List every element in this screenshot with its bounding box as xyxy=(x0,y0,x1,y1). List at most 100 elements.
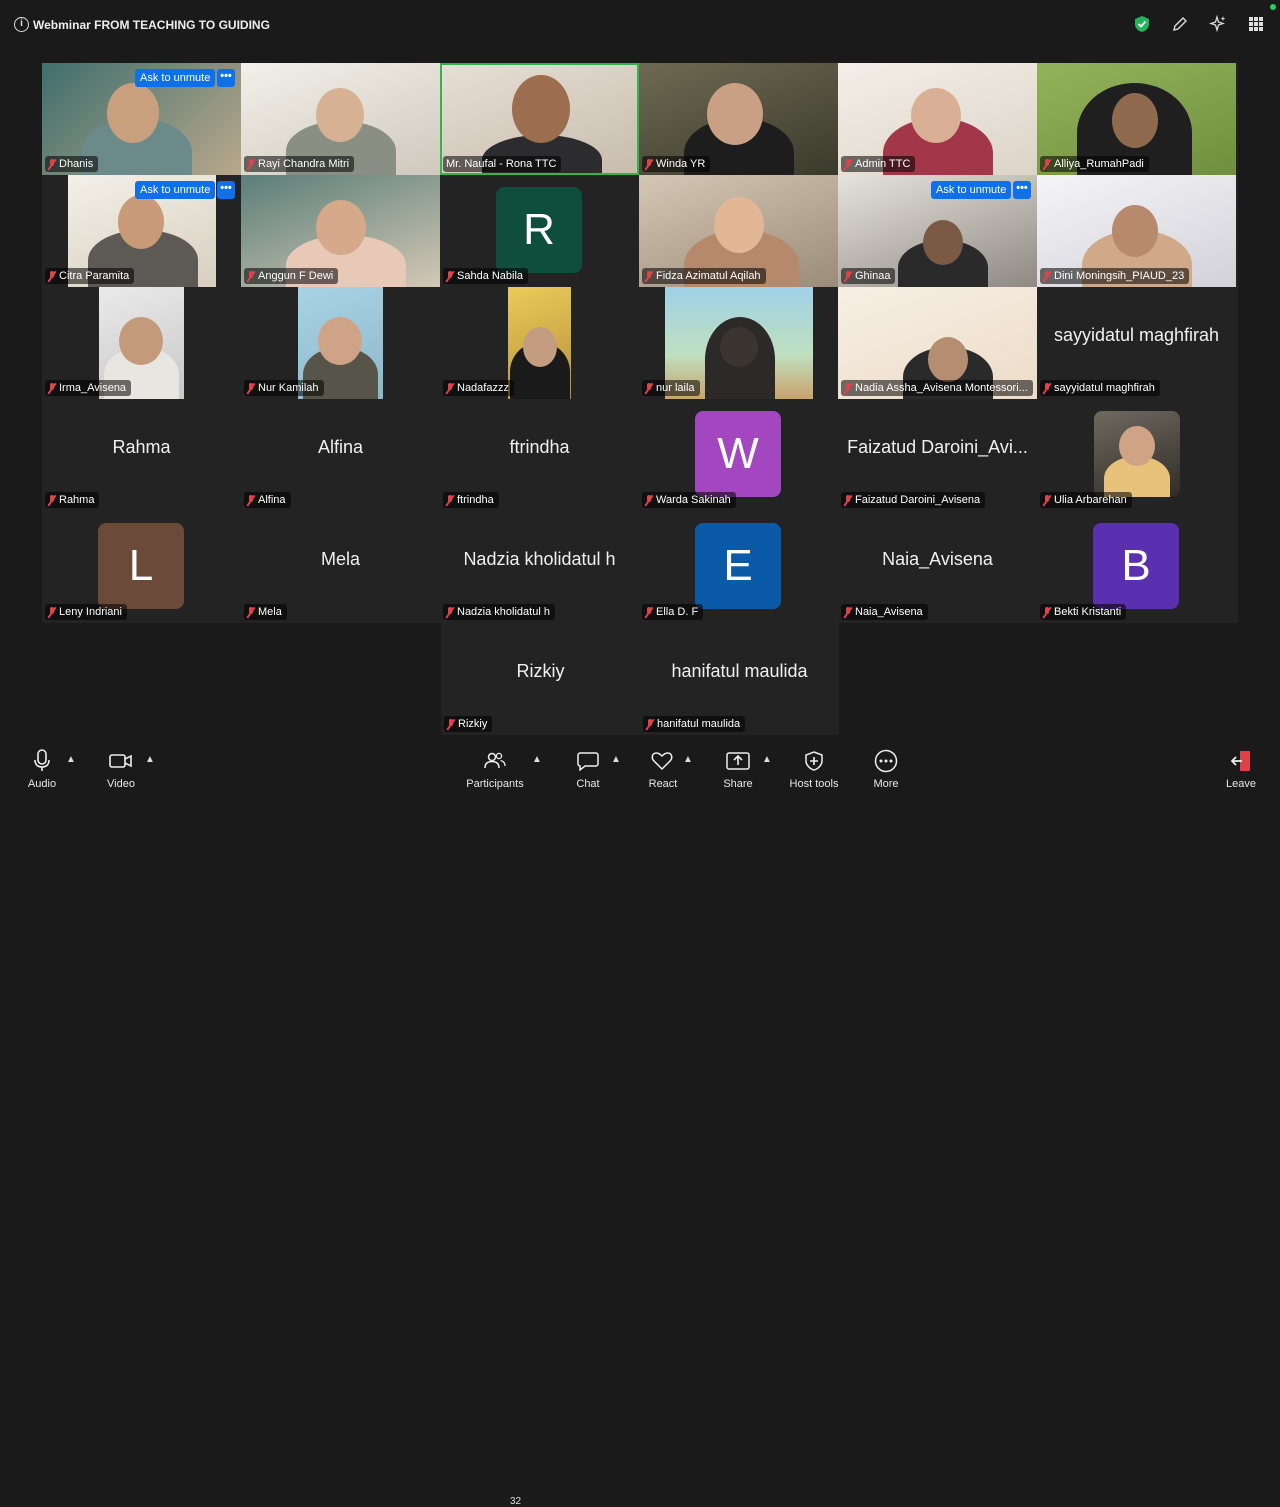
sparkle-icon[interactable] xyxy=(1208,14,1228,34)
video-tile[interactable]: Fidza Azimatul Aqilah xyxy=(639,175,838,287)
video-tile[interactable]: Anggun F Dewi xyxy=(241,175,440,287)
ask-to-unmute-button[interactable]: Ask to unmute xyxy=(135,181,216,199)
heart-plus-icon xyxy=(643,748,683,774)
ask-to-unmute-button[interactable]: Ask to unmute xyxy=(135,69,216,87)
participants-count: 32 xyxy=(510,1496,522,1507)
participants-button[interactable]: Participants xyxy=(462,748,528,790)
name-tile[interactable]: hanifatul maulida hanifatul maulida xyxy=(640,623,839,735)
mic-muted-icon xyxy=(645,382,653,394)
microphone-icon xyxy=(20,748,64,774)
participant-name: Alliya_RumahPadi xyxy=(1040,156,1149,172)
participant-name: nur laila xyxy=(642,380,700,396)
participant-display-name: Alfina xyxy=(317,437,364,457)
participant-display-name: Rahma xyxy=(112,437,171,457)
name-tile[interactable]: Nadzia kholidatul h Nadzia kholidatul h xyxy=(440,511,639,623)
avatar: L xyxy=(98,523,184,609)
mic-muted-icon xyxy=(48,382,56,394)
more-dots-icon xyxy=(866,748,906,774)
video-tile[interactable]: Winda YR xyxy=(639,63,838,175)
video-tile[interactable]: Admin TTC xyxy=(838,63,1037,175)
avatar-tile[interactable]: L Leny Indriani xyxy=(42,511,241,623)
react-button[interactable]: React xyxy=(643,748,683,790)
avatar-tile[interactable]: E Ella D. F xyxy=(639,511,838,623)
pencil-icon[interactable] xyxy=(1170,14,1190,34)
name-tile[interactable]: ftrindha ftrindha xyxy=(440,399,639,511)
name-tile[interactable]: Faizatud Daroini_Avi... Faizatud Daroini… xyxy=(838,399,1037,511)
video-camera-icon xyxy=(99,748,143,774)
ask-to-unmute-button[interactable]: Ask to unmute xyxy=(931,181,1012,199)
video-tile[interactable]: Alliya_RumahPadi xyxy=(1037,63,1236,175)
mic-muted-icon xyxy=(646,718,654,730)
mic-muted-icon xyxy=(48,270,56,282)
share-button[interactable]: Share xyxy=(718,748,758,790)
avatar: W xyxy=(695,411,781,497)
participant-name: ftrindha xyxy=(443,492,499,508)
leave-button[interactable]: Leave xyxy=(1220,748,1262,790)
mic-muted-icon xyxy=(48,494,56,506)
participant-name: Bekti Kristanti xyxy=(1040,604,1127,620)
share-options-caret[interactable]: ▲ xyxy=(762,754,772,765)
participant-display-name: hanifatul maulida xyxy=(671,661,808,681)
info-icon[interactable]: i xyxy=(14,17,29,32)
shield-check-icon[interactable] xyxy=(1132,14,1152,34)
host-tools-button[interactable]: Host tools xyxy=(786,748,842,790)
participants-icon xyxy=(462,748,528,774)
video-tile[interactable]: Dini Moningsih_PIAUD_23 xyxy=(1037,175,1236,287)
video-options-caret[interactable]: ▲ xyxy=(145,754,155,765)
participant-name: Admin TTC xyxy=(841,156,916,172)
video-tile[interactable]: nur laila xyxy=(639,287,838,399)
participant-name: Nur Kamilah xyxy=(244,380,324,396)
video-tile[interactable]: Nadia Assha_Avisena Montessori... xyxy=(838,287,1037,399)
video-tile[interactable]: Ask to unmute ••• Dhanis xyxy=(42,63,241,175)
audio-options-caret[interactable]: ▲ xyxy=(66,754,76,765)
mic-muted-icon xyxy=(446,494,454,506)
participant-display-name: ftrindha xyxy=(509,437,570,457)
react-options-caret[interactable]: ▲ xyxy=(683,754,693,765)
video-tile[interactable]: Irma_Avisena xyxy=(42,287,241,399)
mic-muted-icon xyxy=(247,494,255,506)
video-tile[interactable]: Rayi Chandra Mitri xyxy=(241,63,440,175)
video-tile[interactable]: Ask to unmute ••• Ghinaa xyxy=(838,175,1037,287)
participant-display-name: Naia_Avisena xyxy=(882,549,993,569)
avatar-tile[interactable]: B Bekti Kristanti xyxy=(1037,511,1236,623)
video-tile[interactable]: Nur Kamilah xyxy=(241,287,440,399)
audio-button[interactable]: Audio xyxy=(20,748,64,790)
name-tile[interactable]: Naia_Avisena Naia_Avisena xyxy=(838,511,1037,623)
mic-muted-icon xyxy=(446,606,454,618)
participant-name: Sahda Nabila xyxy=(443,268,529,284)
participant-display-name: Faizatud Daroini_Avi... xyxy=(847,437,1028,457)
meeting-toolbar: Audio ▲ Video ▲ Participants 32 ▲ Chat ▲… xyxy=(0,740,1280,1507)
apps-grid-icon[interactable] xyxy=(1246,14,1266,34)
video-tile[interactable]: Ask to unmute ••• Citra Paramita xyxy=(42,175,241,287)
name-tile[interactable]: Alfina Alfina xyxy=(241,399,440,511)
participant-name: Ulia Arbarehan xyxy=(1040,492,1132,508)
participant-name: Dini Moningsih_PIAUD_23 xyxy=(1040,268,1190,284)
name-tile[interactable]: sayyidatul maghfirah sayyidatul maghfira… xyxy=(1037,287,1236,399)
name-tile[interactable]: Mela Mela xyxy=(241,511,440,623)
tile-more-button[interactable]: ••• xyxy=(217,181,235,199)
chat-options-caret[interactable]: ▲ xyxy=(611,754,621,765)
avatar-tile[interactable]: R Sahda Nabila xyxy=(440,175,639,287)
tile-more-button[interactable]: ••• xyxy=(217,69,235,87)
video-tile-active-speaker[interactable]: Mr. Naufal - Rona TTC xyxy=(440,63,639,175)
chat-button[interactable]: Chat xyxy=(568,748,608,790)
name-tile[interactable]: Rizkiy Rizkiy xyxy=(441,623,640,735)
status-dot xyxy=(1270,4,1276,10)
participant-name: Naia_Avisena xyxy=(841,604,928,620)
mic-muted-icon xyxy=(446,270,454,282)
participants-options-caret[interactable]: ▲ xyxy=(532,754,542,765)
participant-display-name: Mela xyxy=(320,549,360,569)
mic-muted-icon xyxy=(247,270,255,282)
video-button[interactable]: Video xyxy=(99,748,143,790)
tile-more-button[interactable]: ••• xyxy=(1013,181,1031,199)
more-button[interactable]: More xyxy=(866,748,906,790)
mic-muted-icon xyxy=(844,606,852,618)
participant-name: sayyidatul maghfirah xyxy=(1040,380,1160,396)
avatar-tile[interactable]: W Warda Sakinah xyxy=(639,399,838,511)
video-tile[interactable]: Ulia Arbarehan xyxy=(1037,399,1236,511)
mic-muted-icon xyxy=(48,158,56,170)
video-tile[interactable]: Nadafazzz xyxy=(440,287,639,399)
mic-muted-icon xyxy=(247,158,255,170)
participant-name: Nadzia kholidatul h xyxy=(443,604,555,620)
name-tile[interactable]: Rahma Rahma xyxy=(42,399,241,511)
